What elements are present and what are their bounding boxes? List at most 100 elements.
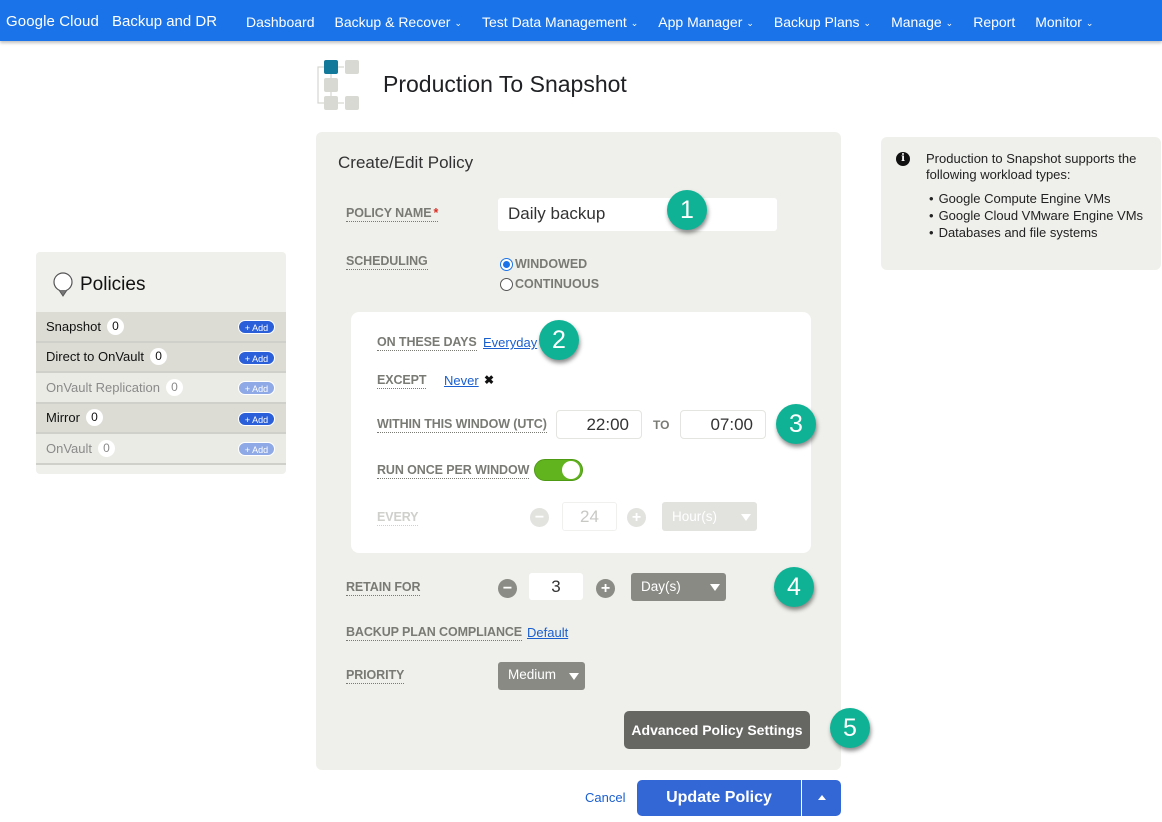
step-badge-5: 5 — [830, 708, 870, 748]
window-to-label: TO — [653, 418, 670, 432]
policy-row-direct-to-onvault[interactable]: Direct to OnVault 0 + Add — [36, 342, 286, 373]
add-snapshot-policy-button[interactable]: + Add — [238, 320, 275, 334]
nav-monitor[interactable]: Monitor ⌄ — [1035, 14, 1093, 30]
add-onvault-replication-policy-button: + Add — [238, 381, 275, 395]
retain-value-input[interactable]: 3 — [529, 573, 583, 600]
radio-button[interactable] — [500, 257, 513, 271]
cancel-button[interactable]: Cancel — [585, 790, 625, 805]
policy-list: Snapshot 0 + Add Direct to OnVault 0 + A… — [36, 312, 286, 465]
chevron-down-icon: ⌄ — [945, 18, 954, 28]
policy-row-mirror[interactable]: Mirror 0 + Add — [36, 403, 286, 434]
list-item: Google Cloud VMware Engine VMs — [929, 207, 1144, 224]
select-value: Day(s) — [641, 579, 681, 594]
policy-label: OnVault Replication — [46, 379, 160, 395]
every-increment-button: + — [627, 508, 646, 527]
on-these-days-label: ON THESE DAYS — [377, 335, 477, 351]
except-link[interactable]: Never — [444, 373, 479, 388]
step-badge-4: 4 — [774, 567, 814, 607]
nav-label: Backup & Recover — [334, 14, 451, 30]
workload-type-list: Google Compute Engine VMs Google Cloud V… — [929, 190, 1144, 241]
radio-label: CONTINUOUS — [515, 277, 600, 291]
count-badge: 0 — [150, 348, 168, 366]
policy-row-onvault-replication: OnVault Replication 0 + Add — [36, 373, 286, 404]
update-policy-button[interactable]: Update Policy — [637, 780, 801, 816]
policies-title: Policies — [80, 274, 146, 295]
list-item: Google Compute Engine VMs — [929, 190, 1143, 207]
priority-select[interactable]: Medium — [498, 662, 585, 690]
radio-windowed[interactable]: WINDOWED — [500, 254, 599, 274]
window-start-input[interactable]: 22:00 — [556, 410, 642, 439]
run-once-label: RUN ONCE PER WINDOW — [377, 463, 530, 479]
select-value: Medium — [508, 667, 557, 682]
product-name[interactable]: Backup and DR — [112, 13, 217, 30]
chevron-down-icon: ⌄ — [746, 18, 754, 28]
nav-backup-plans[interactable]: Backup Plans ⌄ — [774, 14, 871, 30]
compliance-link[interactable]: Default — [527, 625, 568, 640]
clear-except-icon[interactable]: ✖ — [484, 373, 494, 387]
policy-name-label: POLICY NAME * — [346, 206, 438, 222]
count-badge: 0 — [85, 409, 103, 427]
count-badge: 0 — [98, 439, 116, 457]
add-direct-to-onvault-policy-button[interactable]: + Add — [238, 350, 275, 365]
policy-label: Snapshot — [46, 318, 101, 334]
update-options-dropdown[interactable] — [801, 780, 841, 816]
policy-row-snapshot[interactable]: Snapshot 0 + Add — [36, 312, 286, 343]
nav-report[interactable]: Report — [973, 14, 1015, 30]
step-badge-1: 1 — [667, 190, 707, 230]
except-label: EXCEPT — [377, 373, 427, 389]
info-icon: i — [896, 152, 910, 166]
policy-label: OnVault — [46, 440, 93, 456]
chevron-down-icon: ⌄ — [863, 18, 872, 28]
main-nav: Dashboard Backup & Recover ⌄ Test Data Ma… — [246, 14, 1113, 30]
window-end-input[interactable]: 07:00 — [680, 410, 766, 439]
radio-button[interactable] — [500, 277, 513, 291]
add-onvault-policy-button: + Add — [238, 442, 275, 456]
nav-app-manager[interactable]: App Manager ⌄ — [658, 14, 754, 30]
top-navigation-bar: Google Cloud Backup and DR Dashboard Bac… — [0, 0, 1162, 41]
nav-manage[interactable]: Manage ⌄ — [891, 14, 953, 30]
chevron-down-icon: ⌄ — [630, 18, 639, 28]
run-once-toggle[interactable] — [534, 459, 583, 481]
policy-name-input[interactable]: Daily backup — [498, 198, 777, 231]
policies-panel: Policies Snapshot 0 + Add Direct to OnVa… — [36, 252, 286, 474]
retain-unit-select[interactable]: Day(s) — [631, 573, 726, 601]
step-badge-3: 3 — [776, 404, 816, 444]
step-badge-2: 2 — [539, 320, 579, 360]
nav-dashboard[interactable]: Dashboard — [246, 14, 315, 30]
policy-label: Direct to OnVault — [46, 349, 145, 365]
retain-for-label: RETAIN FOR — [346, 580, 421, 596]
list-item: Databases and file systems — [929, 224, 1143, 241]
policy-row-onvault: OnVault 0 + Add — [36, 434, 286, 465]
nav-label: Test Data Management — [482, 14, 627, 30]
retain-decrement-button[interactable]: − — [498, 579, 517, 598]
every-input: 24 — [562, 502, 617, 531]
nav-backup-recover[interactable]: Backup & Recover ⌄ — [335, 14, 463, 30]
page-title: Production To Snapshot — [383, 71, 627, 97]
google-cloud-logo[interactable]: Google Cloud — [6, 13, 99, 30]
info-text: Production to Snapshot supports the foll… — [926, 151, 1137, 182]
retain-increment-button[interactable]: + — [596, 579, 615, 598]
count-badge: 0 — [165, 378, 183, 396]
window-label: WITHIN THIS WINDOW (UTC) — [377, 417, 547, 433]
nav-label: Report — [973, 14, 1016, 30]
scheduling-label: SCHEDULING — [346, 254, 428, 270]
scheduling-radio-group: WINDOWED CONTINUOUS — [500, 254, 599, 294]
nav-label: Dashboard — [246, 14, 315, 30]
schedule-window-panel: ON THESE DAYS Everyday EXCEPT Never ✖ WI… — [351, 312, 811, 553]
every-label: EVERY — [377, 510, 419, 526]
caret-down-icon — [569, 673, 579, 680]
workload-info-panel: i Production to Snapshot supports the fo… — [881, 137, 1161, 270]
edit-policy-form: Create/Edit Policy POLICY NAME * Daily ba… — [316, 132, 841, 770]
form-title: Create/Edit Policy — [338, 153, 474, 172]
radio-continuous[interactable]: CONTINUOUS — [500, 274, 599, 294]
add-mirror-policy-button[interactable]: + Add — [238, 411, 275, 426]
nav-test-data-management[interactable]: Test Data Management ⌄ — [482, 14, 638, 30]
days-link[interactable]: Everyday — [483, 335, 537, 350]
map-pin-icon — [53, 272, 73, 297]
select-value: Hour(s) — [672, 509, 718, 524]
nav-label: Backup Plans — [773, 14, 860, 30]
policies-header: Policies — [52, 272, 145, 298]
nav-label: Monitor — [1035, 14, 1082, 30]
caret-down-icon — [710, 584, 720, 591]
advanced-policy-settings-button[interactable]: Advanced Policy Settings — [624, 711, 810, 749]
